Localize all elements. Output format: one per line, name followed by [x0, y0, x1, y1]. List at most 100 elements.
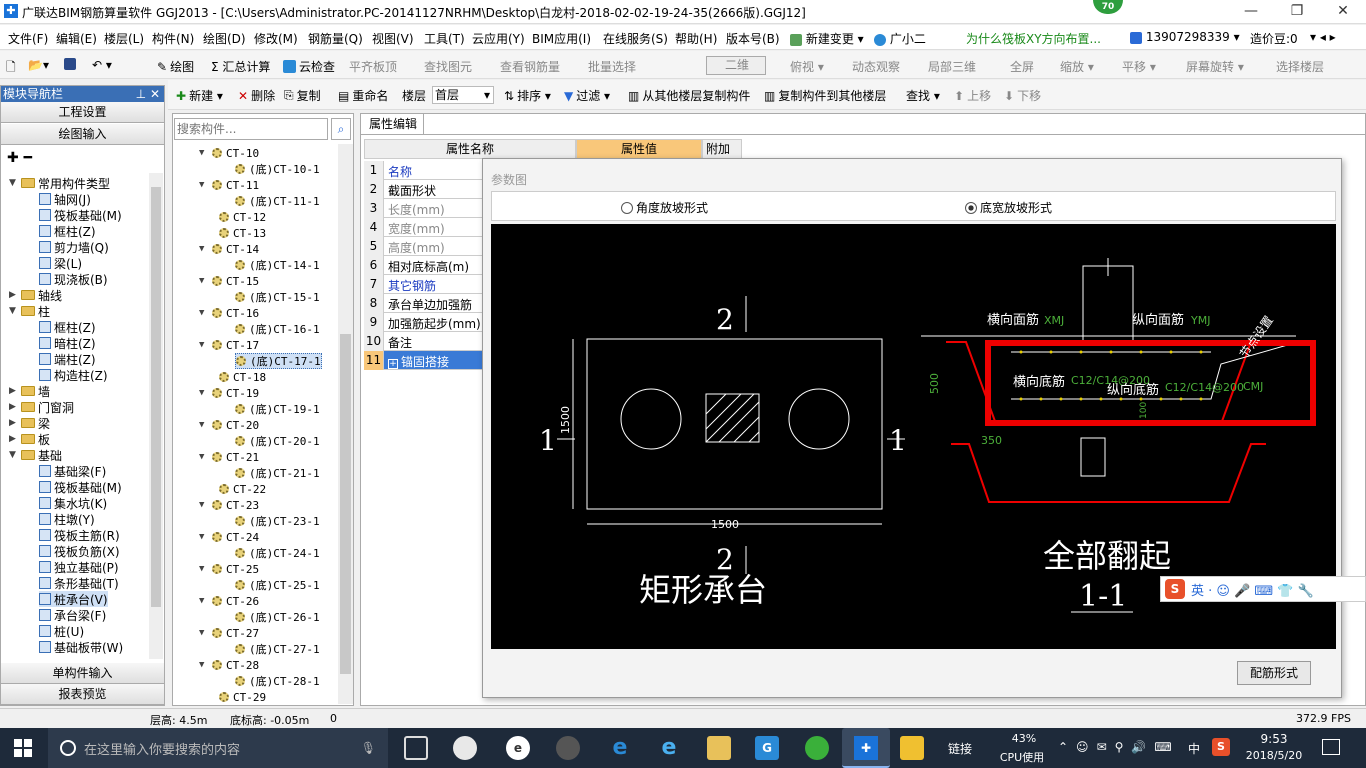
component-search-input[interactable] — [174, 118, 328, 140]
fullscreen-button[interactable]: 全屏 — [1010, 58, 1034, 75]
list-item[interactable]: (底)CT-27-1 — [235, 641, 320, 657]
file-explorer-icon[interactable] — [707, 736, 731, 760]
list-item[interactable]: (底)CT-20-1 — [235, 433, 320, 449]
pin-close-icon[interactable]: ⊥ ✕ — [136, 86, 160, 102]
list-item[interactable]: ▼ CT-23 — [199, 497, 259, 513]
find-button[interactable]: 查找 ▾ — [906, 87, 940, 104]
tree-item[interactable]: 集水坑(K) — [39, 495, 107, 511]
move-down-button[interactable]: ⬇ 下移 — [1004, 87, 1041, 104]
tree-item[interactable]: 筏板基础(M) — [39, 479, 122, 495]
list-item[interactable]: ▼ CT-19 — [199, 385, 259, 401]
menu-assistant[interactable]: 广小二 — [874, 30, 926, 47]
clock-date[interactable]: 2018/5/20 — [1238, 749, 1310, 762]
app-swirl-icon[interactable] — [556, 736, 580, 760]
copy-from-floor-button[interactable]: ▥ 从其他楼层复制构件 — [628, 87, 750, 104]
menu-view[interactable]: 视图(V) — [372, 30, 414, 47]
tree-item[interactable]: 筏板主筋(R) — [39, 527, 120, 543]
list-item[interactable]: CT-18 — [219, 369, 266, 385]
property-row[interactable]: 6 相对底标高(m) — [364, 256, 484, 275]
tree-item[interactable]: 暗柱(Z) — [39, 335, 96, 351]
list-item[interactable]: ▼ CT-11 — [199, 177, 259, 193]
open-file-icon[interactable]: 📂▾ — [28, 58, 49, 72]
tree-item[interactable]: 框柱(Z) — [39, 223, 96, 239]
radio-bottom-width-slope[interactable]: 底宽放坡形式 — [965, 199, 1052, 216]
list-item[interactable]: ▼ CT-27 — [199, 625, 259, 641]
list-item[interactable]: CT-12 — [219, 209, 266, 225]
tree-item[interactable]: ▼ 常用构件类型 — [9, 175, 110, 191]
task-view-icon[interactable] — [404, 736, 428, 760]
list-item[interactable]: ▼ CT-14 — [199, 241, 259, 257]
tray-icons[interactable]: ⌃☺✉⚲🔊⌨ — [1058, 740, 1180, 754]
find-element-button[interactable]: 查找图元 — [424, 58, 472, 75]
list-item[interactable]: ▼ CT-26 — [199, 593, 259, 609]
rename-button[interactable]: ▤ 重命名 — [338, 87, 388, 104]
ime-indicator[interactable]: 中 — [1188, 740, 1200, 757]
project-settings-button[interactable]: 工程设置 — [1, 102, 164, 123]
property-row-selected[interactable]: 11 + 锚固搭接 — [364, 351, 484, 370]
tree-item[interactable]: ▼ 基础 — [9, 447, 62, 463]
list-item[interactable]: (底)CT-10-1 — [235, 161, 320, 177]
list-item[interactable]: ▼ CT-20 — [199, 417, 259, 433]
ime-toolbar[interactable]: S 英 ‧ ☺ 🎤 ⌨ 👕 🔧 — [1160, 576, 1366, 602]
copy-to-floor-button[interactable]: ▥ 复制构件到其他楼层 — [764, 87, 886, 104]
tree-item[interactable]: ▶ 门窗洞 — [9, 399, 74, 415]
view-mode-select[interactable]: 二维 — [706, 56, 766, 75]
menu-floor[interactable]: 楼层(L) — [104, 30, 144, 47]
tree-item[interactable]: 构造柱(Z) — [39, 367, 108, 383]
tree-item[interactable]: 梁(L) — [39, 255, 82, 271]
property-row[interactable]: 7 其它钢筋 — [364, 275, 484, 294]
menu-bim[interactable]: BIM应用(I) — [532, 30, 591, 47]
tree-item[interactable]: 现浇板(B) — [39, 271, 108, 287]
list-item[interactable]: CT-29 — [219, 689, 266, 704]
undo-icon[interactable]: ↶ ▾ — [92, 58, 112, 72]
floor-select[interactable]: 首层 ▾ — [432, 86, 494, 104]
orbit-button[interactable]: 动态观察 — [852, 58, 900, 75]
tree-item[interactable]: ▼ 柱 — [9, 303, 50, 319]
search-icon[interactable]: ⌕ — [331, 118, 351, 140]
list-scrollbar[interactable] — [338, 144, 353, 704]
property-row[interactable]: 4 宽度(mm) — [364, 218, 484, 237]
tree-item[interactable]: ▶ 轴线 — [9, 287, 62, 303]
tree-item[interactable]: 轴网(J) — [39, 191, 91, 207]
menu-new-change[interactable]: 新建变更 ▾ — [790, 30, 864, 47]
menu-draw[interactable]: 绘图(D) — [203, 30, 246, 47]
tree-item[interactable]: 柱墩(Y) — [39, 511, 95, 527]
copy-button[interactable]: ⎘ 复制 — [284, 87, 321, 104]
property-row[interactable]: 8 承台单边加强筋 — [364, 294, 484, 313]
close-button[interactable]: ✕ — [1320, 0, 1366, 22]
list-item[interactable]: (底)CT-26-1 — [235, 609, 320, 625]
tree-item[interactable]: 端柱(Z) — [39, 351, 96, 367]
tree-item[interactable]: ▶ 墙 — [9, 383, 50, 399]
list-item[interactable]: (底)CT-23-1 — [235, 513, 320, 529]
tree-item[interactable]: 承台梁(F) — [39, 607, 106, 623]
tree-item[interactable]: 基础板带(W) — [39, 639, 123, 655]
filter-button[interactable]: ▼ 过滤 ▾ — [564, 87, 610, 104]
rotate-screen-button[interactable]: 屏幕旋转 ▾ — [1186, 58, 1244, 75]
minimize-button[interactable]: — — [1228, 0, 1274, 22]
zoom-button[interactable]: 缩放 ▾ — [1060, 58, 1094, 75]
tree-item-selected[interactable]: 桩承台(V) — [39, 591, 108, 607]
tree-item[interactable]: 筏板基础(M) — [39, 207, 122, 223]
list-item[interactable]: (底)CT-19-1 — [235, 401, 320, 417]
ime-status[interactable]: 英 ‧ ☺ 🎤 ⌨ 👕 🔧 — [1191, 580, 1314, 599]
list-item[interactable]: ▼ CT-16 — [199, 305, 259, 321]
edge-icon[interactable]: e — [608, 736, 632, 760]
pan-button[interactable]: 平移 ▾ — [1122, 58, 1156, 75]
ie-legacy-icon[interactable]: e — [506, 736, 530, 760]
expand-icon[interactable]: + — [388, 359, 398, 369]
view-rebar-button[interactable]: 查看钢筋量 — [500, 58, 560, 75]
list-item[interactable]: (底)CT-21-1 — [235, 465, 320, 481]
tree-item[interactable]: 桩(U) — [39, 623, 84, 639]
list-item[interactable]: (底)CT-15-1 — [235, 289, 320, 305]
list-item[interactable]: (底)CT-11-1 — [235, 193, 320, 209]
tree-item[interactable]: ▶ 梁 — [9, 415, 50, 431]
menu-edit[interactable]: 编辑(E) — [56, 30, 97, 47]
menu-file[interactable]: 文件(F) — [8, 30, 48, 47]
select-floor-button[interactable]: 选择楼层 — [1276, 58, 1324, 75]
tree-item[interactable]: 框柱(Z) — [39, 319, 96, 335]
ggj-active-app[interactable]: ✚ — [842, 728, 890, 768]
single-component-button[interactable]: 单构件输入 — [1, 663, 164, 684]
list-item[interactable]: (底)CT-28-1 — [235, 673, 320, 689]
local-3d-button[interactable]: 局部三维 — [928, 58, 976, 75]
align-slab-button[interactable]: 平齐板顶 — [349, 58, 397, 75]
